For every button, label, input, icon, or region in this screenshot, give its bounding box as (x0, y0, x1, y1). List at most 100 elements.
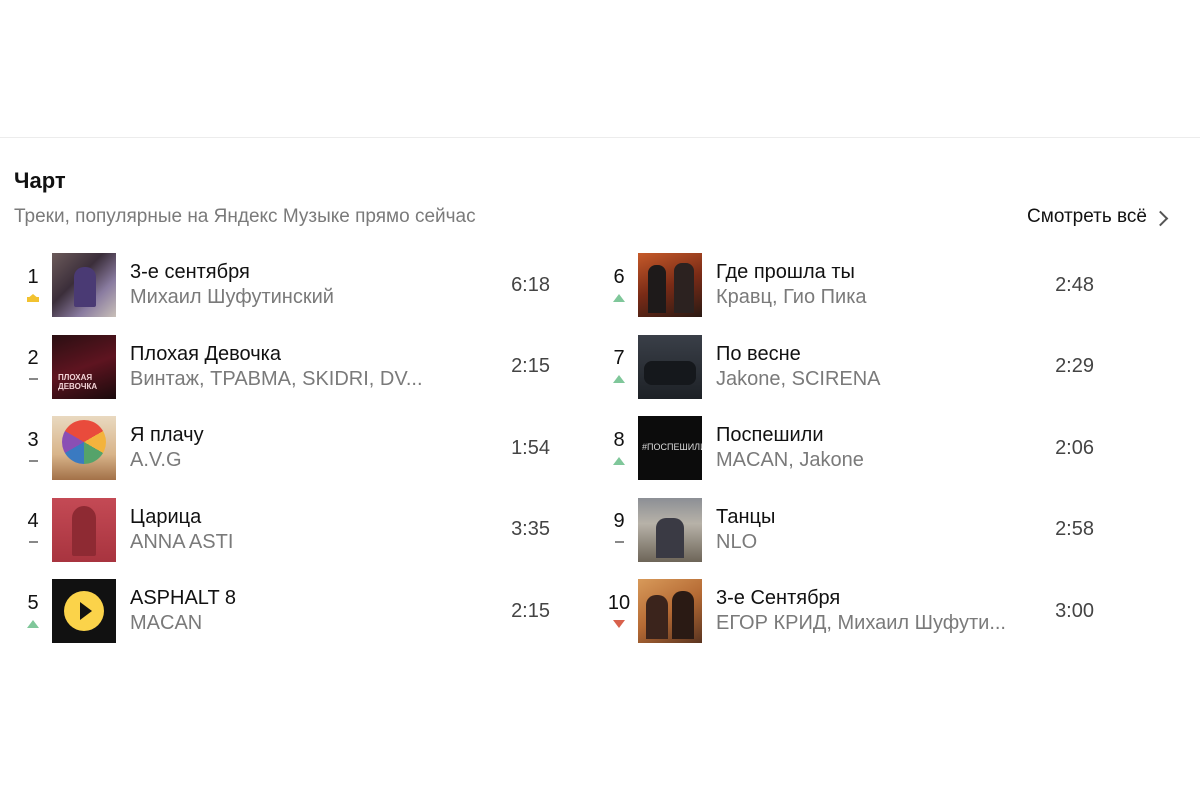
track-artist[interactable]: ЕГОР КРИД, Михаил Шуфути... (716, 611, 1056, 636)
album-cover[interactable] (52, 497, 116, 562)
trend-indicator (28, 372, 38, 386)
rank-number: 10 (607, 591, 631, 614)
track-title[interactable]: ASPHALT 8 (130, 586, 470, 611)
see-all-label: Смотреть всё (1027, 206, 1147, 227)
trend-down-icon (613, 619, 625, 628)
track-info: ASPHALT 8 MACAN (130, 586, 470, 636)
track-title[interactable]: Плохая Девочка (130, 342, 470, 367)
track-title[interactable]: Царица (130, 505, 470, 530)
track-row[interactable]: 5 ASPHALT 8 MACAN 2:15 (14, 579, 554, 643)
track-info: Танцы NLO (716, 505, 1056, 555)
track-row[interactable]: 2 ПЛОХАЯ ДЕВОЧКА Плохая Девочка Винтаж, … (14, 334, 554, 399)
play-icon[interactable] (64, 591, 104, 631)
track-row[interactable]: 1 3-е сентября Михаил Шуфутинский 6:18 (14, 253, 554, 317)
chart-column-right: 6 Где прошла ты Кравц, Гио Пика 2:48 7 П… (600, 253, 1140, 661)
rank-box: 6 (600, 253, 638, 317)
chart-section: Чарт Треки, популярные на Яндекс Музыке … (14, 165, 1174, 673)
track-info: Я плачу A.V.G (130, 423, 470, 473)
track-info: Поспешили MACAN, Jakone (716, 423, 1056, 473)
see-all-link[interactable]: Смотреть всё (1027, 206, 1169, 228)
rank-box: 4 (14, 498, 52, 562)
rank-box: 1 (14, 253, 52, 317)
trend-same-icon (614, 541, 624, 543)
trend-indicator (614, 535, 624, 549)
track-info: Где прошла ты Кравц, Гио Пика (716, 260, 1056, 310)
chevron-right-icon (1152, 210, 1169, 226)
track-duration: 2:48 (1055, 273, 1094, 296)
crown-icon (27, 293, 39, 302)
album-cover[interactable] (638, 579, 702, 643)
trend-indicator (613, 372, 625, 386)
album-cover[interactable] (638, 497, 702, 562)
chart-columns: 1 3-е сентября Михаил Шуфутинский 6:18 2… (14, 253, 1174, 673)
track-info: Царица ANNA ASTI (130, 505, 470, 555)
cover-text: #ПОСПЕШИЛИ... (642, 442, 702, 452)
trend-up-icon (613, 293, 625, 302)
rank-number: 8 (613, 428, 625, 451)
track-row[interactable]: 3 Я плачу A.V.G 1:54 (14, 416, 554, 480)
rank-number: 5 (27, 591, 39, 614)
track-title[interactable]: По весне (716, 342, 1056, 367)
rank-box: 3 (14, 416, 52, 480)
track-artist[interactable]: Винтаж, ТРАВМА, SKIDRI, DV... (130, 367, 470, 392)
section-subtitle: Треки, популярные на Яндекс Музыке прямо… (14, 206, 476, 227)
track-title[interactable]: Я плачу (130, 423, 470, 448)
album-cover[interactable] (52, 416, 116, 480)
track-artist[interactable]: MACAN (130, 611, 470, 636)
album-cover[interactable]: ПЛОХАЯ ДЕВОЧКА (52, 334, 116, 399)
track-row[interactable]: 4 Царица ANNA ASTI 3:35 (14, 497, 554, 562)
trend-indicator (613, 291, 625, 305)
track-artist[interactable]: ANNA ASTI (130, 530, 470, 555)
track-artist[interactable]: Кравц, Гио Пика (716, 285, 1056, 310)
track-artist[interactable]: MACAN, Jakone (716, 448, 1056, 473)
rank-number: 4 (27, 510, 39, 532)
track-duration: 3:00 (1055, 599, 1094, 622)
track-duration: 2:15 (511, 599, 550, 622)
rank-box: 8 (600, 416, 638, 480)
rank-number: 1 (27, 265, 39, 288)
trend-indicator (27, 291, 39, 305)
rank-box: 10 (600, 579, 638, 643)
track-row[interactable]: 8 #ПОСПЕШИЛИ... Поспешили MACAN, Jakone … (600, 416, 1140, 480)
track-title[interactable]: Поспешили (716, 423, 1056, 448)
trend-up-icon (27, 619, 39, 628)
track-title[interactable]: Танцы (716, 505, 1056, 530)
rank-number: 9 (613, 510, 625, 532)
track-duration: 2:15 (511, 355, 550, 377)
track-duration: 2:29 (1055, 355, 1094, 377)
trend-up-icon (613, 375, 625, 383)
album-cover[interactable] (638, 334, 702, 399)
trend-same-icon (28, 459, 38, 462)
header-row: Треки, популярные на Яндекс Музыке прямо… (14, 201, 1174, 233)
track-artist[interactable]: A.V.G (130, 448, 470, 473)
section-title[interactable]: Чарт (14, 165, 1174, 197)
track-artist[interactable]: Jakone, SCIRENA (716, 367, 1056, 392)
trend-up-icon (613, 456, 625, 465)
rank-number: 2 (27, 347, 39, 369)
trend-same-icon (28, 378, 38, 380)
track-row[interactable]: 6 Где прошла ты Кравц, Гио Пика 2:48 (600, 253, 1140, 317)
top-divider (0, 137, 1200, 138)
album-cover[interactable]: #ПОСПЕШИЛИ... (638, 416, 702, 480)
track-info: 3-е сентября Михаил Шуфутинский (130, 260, 470, 310)
trend-indicator (613, 454, 625, 468)
track-title[interactable]: Где прошла ты (716, 260, 1056, 285)
track-info: 3-е Сентября ЕГОР КРИД, Михаил Шуфути... (716, 586, 1056, 636)
track-title[interactable]: 3-е сентября (130, 260, 470, 285)
track-duration: 1:54 (511, 436, 550, 459)
track-row[interactable]: 7 По весне Jakone, SCIRENA 2:29 (600, 334, 1140, 399)
trend-indicator (28, 454, 38, 468)
chart-column-left: 1 3-е сентября Михаил Шуфутинский 6:18 2… (14, 253, 554, 661)
album-cover[interactable] (52, 253, 116, 317)
track-row[interactable]: 10 3-е Сентября ЕГОР КРИД, Михаил Шуфути… (600, 579, 1140, 643)
album-cover[interactable] (52, 579, 116, 643)
track-artist[interactable]: NLO (716, 530, 1056, 555)
track-duration: 2:06 (1055, 436, 1094, 459)
track-title[interactable]: 3-е Сентября (716, 586, 1056, 611)
rank-box: 7 (600, 335, 638, 399)
track-duration: 6:18 (511, 273, 550, 296)
track-artist[interactable]: Михаил Шуфутинский (130, 285, 470, 310)
album-cover[interactable] (638, 253, 702, 317)
trend-indicator (27, 617, 39, 631)
track-row[interactable]: 9 Танцы NLO 2:58 (600, 497, 1140, 562)
